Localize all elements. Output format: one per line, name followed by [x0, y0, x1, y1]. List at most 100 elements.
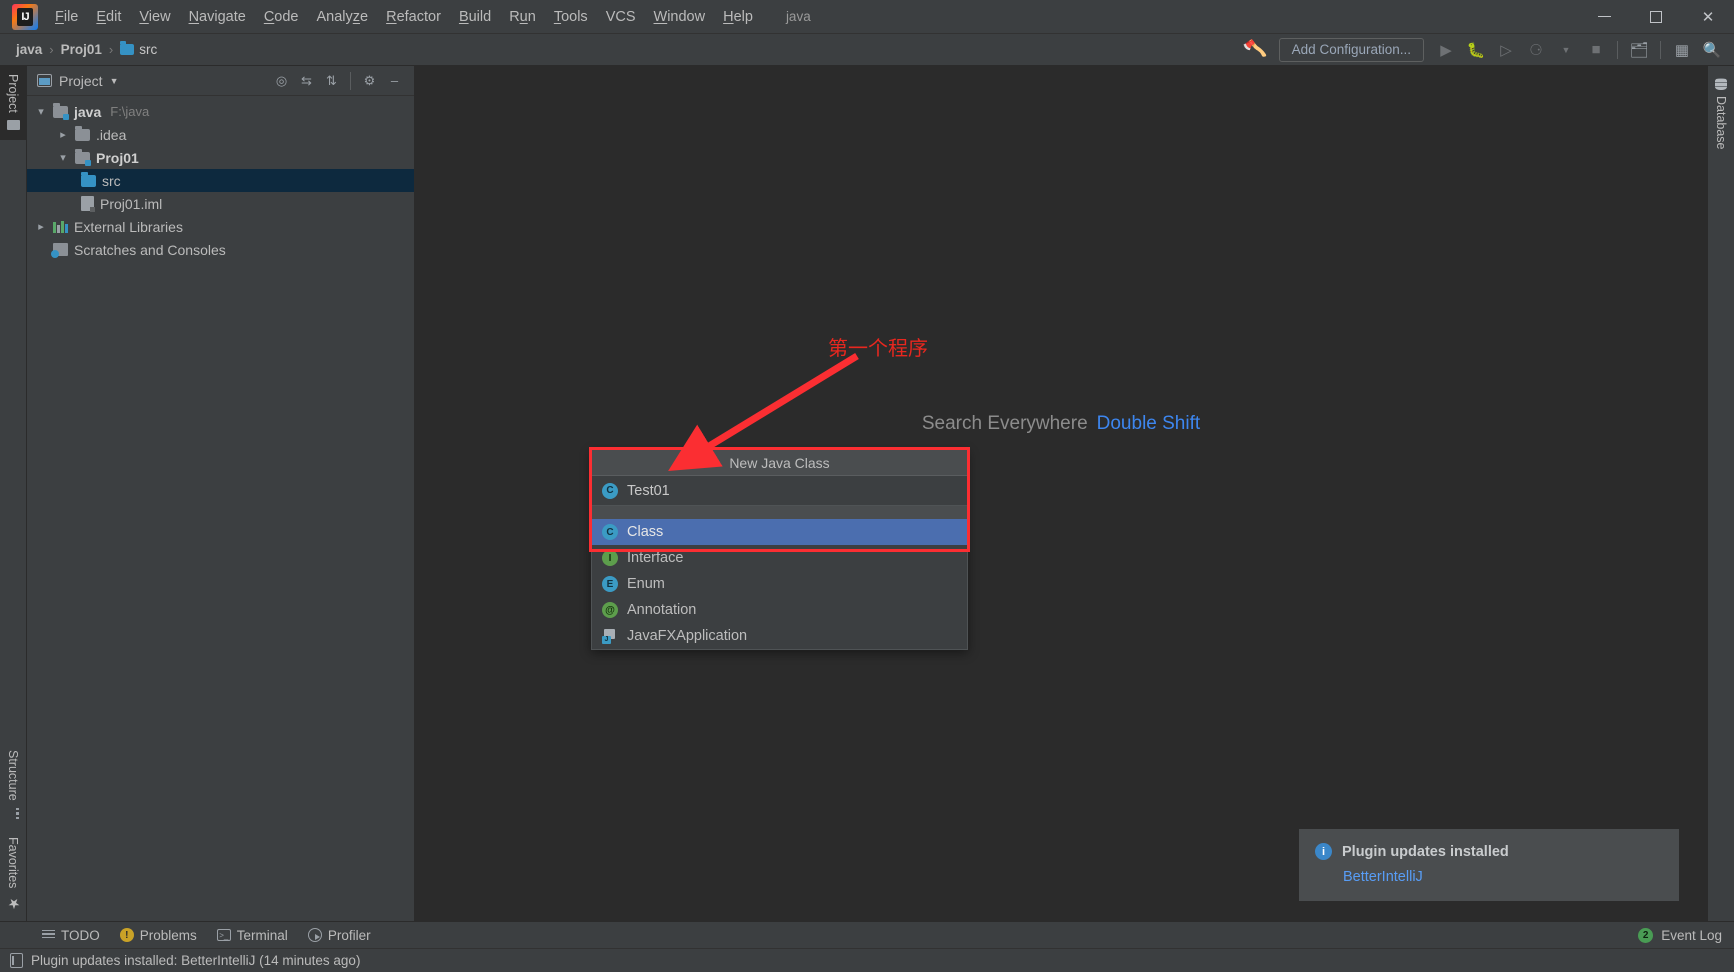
close-button[interactable]: ✕: [1682, 0, 1734, 34]
chevron-down-icon[interactable]: ▼: [110, 76, 119, 86]
search-everywhere-hint: Search Everywhere Double Shift: [415, 413, 1707, 435]
class-name-input[interactable]: C Test01: [592, 476, 967, 506]
tool-window-problems[interactable]: ! Problems: [112, 925, 205, 946]
tree-node-idea[interactable]: ▸ .idea: [27, 123, 414, 146]
tree-node-scratches-and-consoles[interactable]: ▸ Scratches and Consoles: [27, 238, 414, 261]
breadcrumb-separator: ›: [108, 42, 114, 57]
menu-window[interactable]: Window: [645, 5, 715, 29]
event-log-area: 2 Event Log: [1638, 927, 1734, 943]
tree-node-java[interactable]: ▾ java F:\java: [27, 100, 414, 123]
project-structure-icon[interactable]: 🗂: [1625, 37, 1653, 63]
sidebar-item-project[interactable]: Project: [0, 66, 26, 140]
breadcrumb-label: Proj01: [60, 42, 102, 57]
menu-run[interactable]: Run: [500, 5, 545, 29]
tree-node-external-libraries[interactable]: ▸ External Libraries: [27, 215, 414, 238]
toolbar-divider: [1617, 40, 1618, 59]
tree-node-label: .idea: [96, 126, 127, 143]
settings-gear-icon[interactable]: ⚙: [358, 70, 381, 92]
profile-icon[interactable]: ⚆: [1522, 37, 1550, 63]
notification-link[interactable]: BetterIntelliJ: [1343, 869, 1663, 885]
debug-icon[interactable]: 🐛: [1462, 37, 1490, 63]
tool-window-profiler[interactable]: Profiler: [300, 925, 379, 946]
strip-label: Database: [1714, 96, 1728, 150]
source-folder-icon: [81, 171, 96, 187]
open-tool-window-icon[interactable]: ▦: [1668, 37, 1696, 63]
chevron-down-icon[interactable]: ▾: [35, 105, 47, 118]
menu-navigate[interactable]: Navigate: [180, 5, 255, 29]
tree-node-label: Scratches and Consoles: [74, 241, 226, 258]
tree-node-src[interactable]: src: [27, 169, 414, 192]
stop-icon[interactable]: ■: [1582, 37, 1610, 63]
breadcrumb-src[interactable]: src: [116, 40, 161, 59]
status-message-icon[interactable]: [10, 953, 23, 968]
status-bar-message: Plugin updates installed: BetterIntelliJ…: [31, 953, 361, 968]
breadcrumb-proj01[interactable]: Proj01: [57, 40, 106, 59]
event-log-label[interactable]: Event Log: [1661, 928, 1722, 943]
menu-code[interactable]: Code: [255, 5, 308, 29]
editor-area: Search Everywhere Double Shift New Java C…: [415, 66, 1707, 921]
intellij-logo-icon: IJ: [12, 3, 38, 30]
tool-window-todo[interactable]: TODO: [34, 925, 108, 946]
expand-all-icon[interactable]: ⇆: [295, 70, 318, 92]
chevron-down-icon[interactable]: ▾: [57, 151, 69, 164]
popup-item-enum[interactable]: E Enum: [592, 571, 967, 597]
locate-icon[interactable]: ◎: [270, 70, 293, 92]
structure-icon: [7, 807, 19, 819]
popup-item-javafxapplication[interactable]: JavaFXApplication: [592, 623, 967, 649]
tool-window-terminal[interactable]: >_ Terminal: [209, 925, 296, 946]
menu-analyze[interactable]: Analyze: [308, 5, 378, 29]
tree-node-proj01[interactable]: ▾ Proj01: [27, 146, 414, 169]
source-root-folder-icon: [53, 102, 69, 120]
run-coverage-icon[interactable]: ▷: [1492, 37, 1520, 63]
breadcrumb-java[interactable]: java: [12, 40, 46, 59]
logo-text: IJ: [21, 10, 29, 23]
sidebar-item-favorites[interactable]: Favorites ★: [0, 829, 26, 921]
tree-node-label: Proj01: [96, 149, 139, 166]
project-folder-icon: [6, 119, 20, 130]
notification-balloon[interactable]: i Plugin updates installed BetterIntelli…: [1299, 829, 1679, 901]
dropdown-icon[interactable]: ▼: [1552, 37, 1580, 63]
tree-node-proj01-iml[interactable]: Proj01.iml: [27, 192, 414, 215]
event-log-count: 2: [1638, 927, 1654, 943]
menu-view[interactable]: View: [130, 5, 179, 29]
main-toolbar: 🪓 Add Configuration... ▶ 🐛 ▷ ⚆ ▼ ■ 🗂 ▦ 🔍: [1243, 34, 1734, 65]
menu-build[interactable]: Build: [450, 5, 500, 29]
title-bar: IJ File Edit View Navigate Code Analyze …: [0, 0, 1734, 34]
minimize-button[interactable]: [1578, 0, 1630, 34]
menu-tools[interactable]: Tools: [545, 5, 597, 29]
menu-refactor[interactable]: Refactor: [377, 5, 450, 29]
popup-item-label: Annotation: [627, 602, 697, 618]
popup-separator: [592, 506, 967, 519]
window-project-title: java: [785, 9, 811, 24]
hide-icon[interactable]: –: [383, 70, 406, 92]
chevron-right-icon[interactable]: ▸: [35, 220, 47, 233]
project-window-icon: [37, 74, 52, 87]
run-icon[interactable]: ▶: [1432, 37, 1460, 63]
menu-edit[interactable]: Edit: [87, 5, 130, 29]
popup-item-class[interactable]: C Class: [592, 519, 967, 545]
add-configuration-button[interactable]: Add Configuration...: [1278, 37, 1424, 62]
popup-item-annotation[interactable]: @ Annotation: [592, 597, 967, 623]
tree-node-label: Proj01.iml: [100, 195, 163, 212]
popup-item-interface[interactable]: I Interface: [592, 545, 967, 571]
menu-vcs[interactable]: VCS: [597, 5, 645, 29]
breadcrumb: java › Proj01 › src: [12, 40, 161, 59]
sidebar-item-database[interactable]: Database: [1709, 74, 1733, 154]
menu-help[interactable]: Help: [714, 5, 762, 29]
search-icon[interactable]: 🔍: [1698, 37, 1726, 63]
menu-file[interactable]: File: [46, 5, 87, 29]
module-folder-icon: [75, 148, 91, 166]
sidebar-item-structure[interactable]: Structure: [0, 742, 26, 829]
star-icon: ★: [5, 895, 21, 911]
project-tree: ▾ java F:\java ▸ .idea ▾ Proj01 src Proj…: [27, 96, 414, 921]
left-strip-top: Project: [0, 66, 26, 140]
maximize-button[interactable]: [1630, 0, 1682, 34]
close-icon: ✕: [1701, 8, 1715, 26]
build-hammer-icon[interactable]: 🪓: [1243, 37, 1271, 63]
database-icon: [1715, 78, 1727, 90]
chevron-right-icon[interactable]: ▸: [57, 128, 69, 141]
strip-label: Project: [6, 74, 20, 113]
collapse-all-icon[interactable]: ⇅: [320, 70, 343, 92]
left-tool-window-strip: Project Structure Favorites ★: [0, 66, 27, 921]
scratches-icon: [51, 243, 68, 258]
